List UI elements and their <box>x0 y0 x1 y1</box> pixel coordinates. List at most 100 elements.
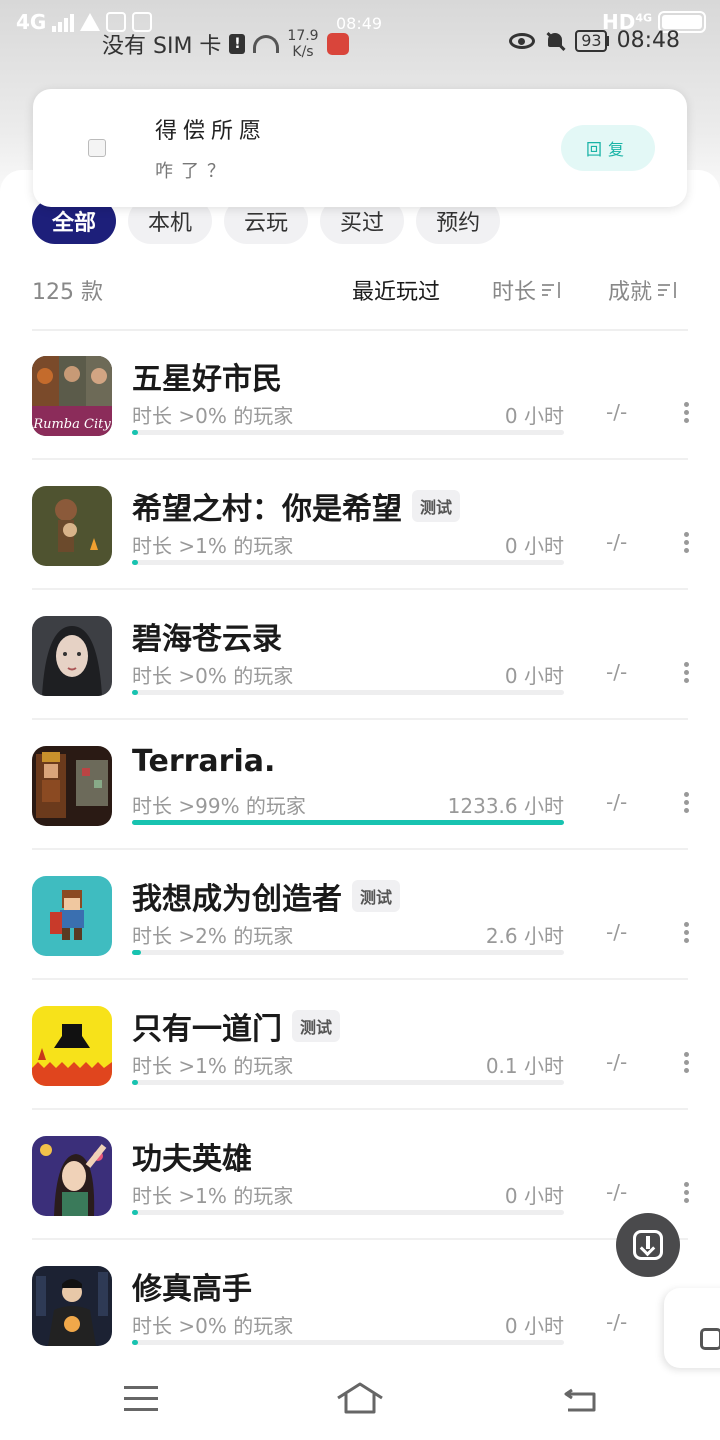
reply-button[interactable]: 回复 <box>561 125 655 171</box>
playtime-progress-bar <box>132 560 564 565</box>
game-row[interactable]: 希望之村：你是希望 测试 时长 >1% 的玩家 0 小时 -/- <box>32 460 689 590</box>
game-title-line: 功夫英雄 <box>132 1134 252 1178</box>
rumba-city-icon[interactable]: Rumba City <box>32 356 112 436</box>
clock: 08:48 <box>616 28 680 53</box>
playtime-percentile: 时长 >1% 的玩家 <box>132 1184 294 1208</box>
game-row[interactable]: 只有一道门 测试 时长 >1% 的玩家 0.1 小时 -/- <box>32 980 689 1110</box>
playtime-hours: 1233.6 小时 <box>447 794 564 818</box>
game-name: 修真高手 <box>132 1272 252 1307</box>
playtime-progress-bar <box>132 690 564 695</box>
eye-comfort-icon <box>509 32 536 49</box>
game-title-line: Terraria. <box>132 744 275 779</box>
status-bar: 4G 08:49 HD4G 没有 SIM 卡 ! 17.9 K/s 93 08:4… <box>0 0 720 70</box>
home-icon[interactable] <box>336 1380 384 1416</box>
game-name: 我想成为创造者 <box>132 882 342 917</box>
game-row[interactable]: Terraria. 时长 >99% 的玩家 1233.6 小时 -/- <box>32 720 689 850</box>
sort-icon <box>542 282 561 298</box>
notification-title: 得偿所愿 <box>155 119 268 144</box>
huawei-app-icon <box>326 33 349 55</box>
kungfu-hero-icon[interactable] <box>32 1136 112 1216</box>
game-row[interactable]: Rumba City 五星好市民 时长 >0% 的玩家 0 小时 -/- <box>32 330 689 460</box>
achievement-value: -/- <box>606 530 628 554</box>
game-name: 碧海苍云录 <box>132 622 282 657</box>
achievement-value: -/- <box>606 400 628 424</box>
playtime-progress-bar <box>132 1080 564 1085</box>
more-options-icon[interactable] <box>678 792 694 816</box>
sort-duration-button[interactable]: 时长 <box>492 274 561 306</box>
sort-recent-button[interactable]: 最近玩过 <box>352 274 440 306</box>
progress-fill <box>132 950 141 955</box>
more-options-icon[interactable] <box>678 402 694 426</box>
game-count: 125 款 <box>32 280 103 305</box>
network-speed: 17.9 K/s <box>287 28 319 60</box>
achievement-value: -/- <box>606 790 628 814</box>
achievement-value: -/- <box>606 1050 628 1074</box>
system-navigation-bar <box>0 1356 720 1440</box>
playtime-progress-bar <box>132 1210 564 1215</box>
menu-icon[interactable] <box>124 1386 158 1412</box>
more-options-icon[interactable] <box>678 922 694 946</box>
achievement-value: -/- <box>606 920 628 944</box>
game-title-line: 只有一道门 测试 <box>132 1004 341 1048</box>
achievement-value: -/- <box>606 1310 628 1334</box>
game-name: Terraria. <box>132 744 276 779</box>
more-options-icon[interactable] <box>678 532 694 556</box>
download-icon <box>633 1230 663 1260</box>
playtime-hours: 0 小时 <box>504 1184 564 1208</box>
progress-fill <box>132 820 564 825</box>
sim-alert-icon: ! <box>229 34 246 54</box>
playtime-hours: 0 小时 <box>504 664 564 688</box>
playtime-hours: 0 小时 <box>504 404 564 428</box>
battery-level: 93 <box>575 29 607 52</box>
more-options-icon[interactable] <box>678 662 694 686</box>
progress-fill <box>132 1340 139 1345</box>
network-type-left: 4G <box>16 10 47 34</box>
bihai-portrait-icon[interactable] <box>32 616 112 696</box>
game-row[interactable]: 我想成为创造者 测试 时长 >2% 的玩家 2.6 小时 -/- <box>32 850 689 980</box>
playtime-hours: 2.6 小时 <box>485 924 564 948</box>
sort-icon <box>658 282 677 298</box>
playtime-percentile: 时长 >99% 的玩家 <box>132 794 306 818</box>
one-door-icon[interactable] <box>32 1006 112 1086</box>
sim-status-line: 没有 SIM 卡 ! 17.9 K/s <box>102 28 349 60</box>
creator-pixel-icon[interactable] <box>32 876 112 956</box>
back-icon[interactable] <box>562 1384 598 1414</box>
test-tag: 测试 <box>352 880 401 912</box>
more-options-icon[interactable] <box>678 1052 694 1076</box>
game-title-line: 碧海苍云录 <box>132 614 282 658</box>
side-floating-tab[interactable] <box>664 1288 720 1368</box>
xiuzhen-master-icon[interactable] <box>32 1266 112 1346</box>
sort-achievement-button[interactable]: 成就 <box>608 274 677 306</box>
warning-icon <box>80 13 101 31</box>
game-title-line: 五星好市民 <box>132 354 282 398</box>
playtime-percentile: 时长 >2% 的玩家 <box>132 924 294 948</box>
playtime-percentile: 时长 >1% 的玩家 <box>132 534 294 558</box>
more-options-icon[interactable] <box>678 1182 694 1206</box>
game-row[interactable]: 修真高手 时长 >0% 的玩家 0 小时 -/- <box>32 1240 689 1356</box>
progress-fill <box>132 690 139 695</box>
game-library-sheet: 全部 本机 云玩 买过 预约 125 款 最近玩过 时长 成就 Rumba Ci… <box>0 170 720 1356</box>
test-tag: 测试 <box>412 490 461 522</box>
playtime-hours: 0 小时 <box>504 534 564 558</box>
playtime-hours: 0 小时 <box>504 1314 564 1338</box>
game-row[interactable]: 碧海苍云录 时长 >0% 的玩家 0 小时 -/- <box>32 590 689 720</box>
game-name: 功夫英雄 <box>132 1142 252 1177</box>
playtime-progress-bar <box>132 1340 564 1345</box>
game-row[interactable]: 功夫英雄 时长 >1% 的玩家 0 小时 -/- <box>32 1110 689 1240</box>
progress-fill <box>132 430 139 435</box>
progress-fill <box>132 1210 139 1215</box>
test-tag: 测试 <box>292 1010 341 1042</box>
message-notification[interactable]: 得偿所愿 咋了？ 回复 <box>33 89 687 207</box>
achievement-value: -/- <box>606 660 628 684</box>
playtime-progress-bar <box>132 950 564 955</box>
app-icon <box>88 139 106 157</box>
download-manager-button[interactable] <box>616 1213 680 1277</box>
achievement-value: -/- <box>606 1180 628 1204</box>
game-title-line: 我想成为创造者 测试 <box>132 874 401 918</box>
terraria-icon[interactable] <box>32 746 112 826</box>
game-list: Rumba City 五星好市民 时长 >0% 的玩家 0 小时 -/- 希望之… <box>32 330 689 1356</box>
sim-status-text: 没有 SIM 卡 <box>102 34 222 59</box>
progress-fill <box>132 1080 139 1085</box>
village-hope-icon[interactable] <box>32 486 112 566</box>
status-right-line2: 93 08:48 <box>509 28 680 53</box>
